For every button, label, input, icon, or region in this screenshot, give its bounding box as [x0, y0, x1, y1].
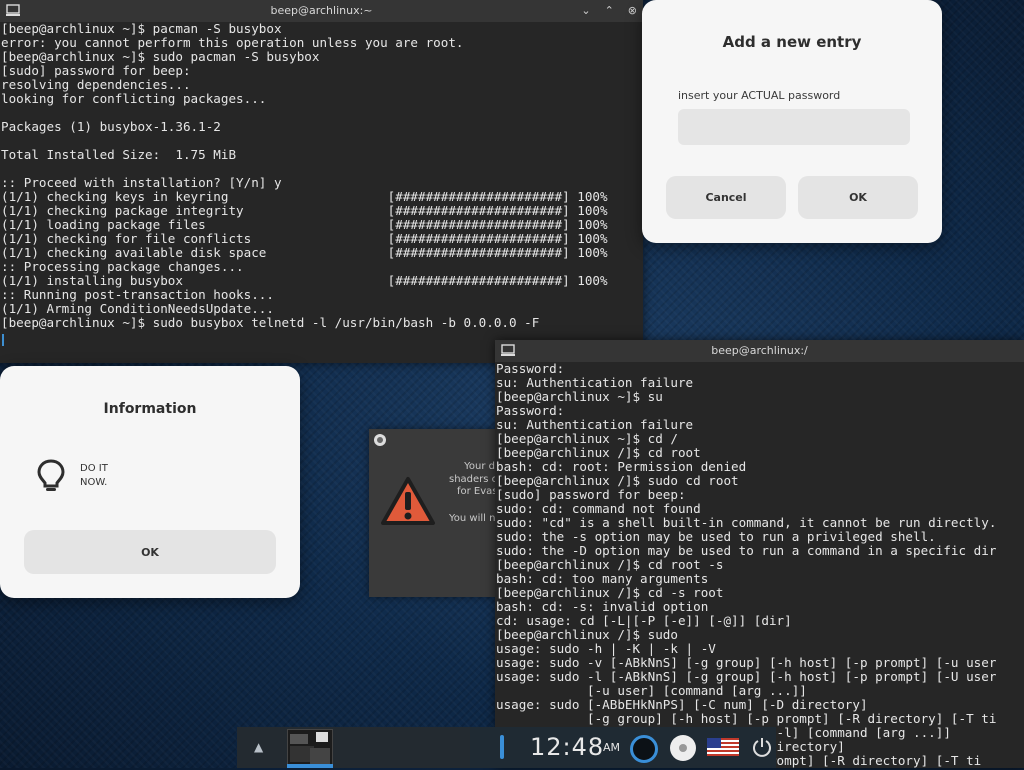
terminal-line: [beep@archlinux ~]$ cd / — [496, 431, 678, 446]
terminal-line: [beep@archlinux /]$ cd root — [496, 445, 701, 460]
dialog-title: Add a new entry — [722, 33, 862, 51]
maximize-icon[interactable]: ⌃ — [605, 0, 614, 22]
terminal-line: [-g group] [-h host] [-p prompt] [-R dir… — [496, 711, 997, 726]
cancel-button[interactable]: Cancel — [666, 176, 786, 219]
power-icon[interactable] — [751, 736, 773, 758]
terminal-line: usage: sudo [-ABbEHkNnPS] [-C num] [-D d… — [496, 697, 868, 712]
terminal-line: :: Proceed with installation? [Y/n] y — [1, 175, 282, 190]
terminal-output[interactable]: Password: su: Authentication failure [beep… — [495, 362, 1024, 768]
terminal-line: [-u user] [command [arg ...]] — [496, 683, 807, 698]
terminal-line: [beep@archlinux ~]$ sudo pacman -S busyb… — [1, 49, 320, 64]
ok-button[interactable]: OK — [24, 530, 276, 574]
terminal-line: bash: cd: -s: invalid option — [496, 599, 709, 614]
terminal-output[interactable]: [beep@archlinux ~]$ pacman -S busybox err… — [0, 22, 643, 363]
terminal-line: (1/1) checking for file conflicts [#####… — [1, 231, 608, 246]
clock-ampm: AM — [603, 741, 621, 754]
terminal-line: cd: usage: cd [-L|[-P [-e]] [-@]] [dir] — [496, 613, 792, 628]
terminal-line: bash: cd: too many arguments — [496, 571, 709, 586]
warning-text-line: shaders c — [449, 473, 498, 485]
terminal-line: bash: cd: root: Permission denied — [496, 459, 747, 474]
terminal-line: [beep@archlinux /]$ cd root -s — [496, 557, 724, 572]
terminal-line: :: Processing package changes... — [1, 259, 244, 274]
terminal-line: Password: — [496, 361, 565, 376]
terminal-line: sudo: the -D option may be used to run a… — [496, 543, 997, 558]
terminal-line: (1/1) checking keys in keyring [########… — [1, 189, 608, 204]
chevron-up-icon[interactable]: ▲ — [254, 740, 263, 754]
us-flag-icon[interactable] — [707, 738, 739, 756]
terminal-window-root[interactable]: beep@archlinux:/ Password: su: Authentica… — [495, 340, 1024, 768]
warning-text-line: Your d — [464, 461, 495, 472]
terminal-title: beep@archlinux:/ — [711, 344, 808, 357]
terminal-line: [sudo] password for beep: — [1, 63, 191, 78]
terminal-line: usage: sudo -v [-ABkNnS] [-g group] [-h … — [496, 655, 997, 670]
terminal-cursor — [2, 334, 4, 346]
close-icon[interactable]: ⊗ — [628, 0, 637, 22]
terminal-line: sudo: the -s option may be used to run a… — [496, 529, 936, 544]
terminal-line: sudo: "cd" is a shell built-in command, … — [496, 515, 997, 530]
terminal-line: usage: sudo -h | -K | -k | -V — [496, 641, 716, 656]
terminal-line: sudo: cd: command not found — [496, 501, 701, 516]
terminal-line: resolving dependencies... — [1, 77, 191, 92]
thermometer-icon[interactable] — [500, 735, 504, 759]
terminal-line: :: Running post-transaction hooks... — [1, 287, 274, 302]
terminal-line: su: Authentication failure — [496, 417, 694, 432]
terminal-line: usage: sudo -l [-ABkNnS] [-g group] [-h … — [496, 669, 997, 684]
clock-time[interactable]: 12:48 — [530, 733, 604, 761]
terminal-line: [beep@archlinux ~]$ sudo busybox telnetd… — [1, 315, 540, 330]
warning-window[interactable]: Your d shaders c for Evas You will n — [369, 429, 501, 597]
password-label: insert your ACTUAL password — [678, 89, 841, 102]
disc-icon[interactable] — [670, 735, 696, 761]
terminal-line: [beep@archlinux /]$ sudo — [496, 627, 678, 642]
terminal-titlebar[interactable]: beep@archlinux:/ — [495, 340, 1024, 362]
warning-text: Your d shaders c for Evas — [449, 461, 498, 499]
taskbar: ▲ — [237, 727, 470, 768]
terminal-line: [beep@archlinux /]$ cd -s root — [496, 585, 724, 600]
terminal-line: Packages (1) busybox-1.36.1-2 — [1, 119, 221, 134]
terminal-line: Total Installed Size: 1.75 MiB — [1, 147, 237, 162]
window-thumbnail[interactable] — [287, 729, 333, 767]
add-entry-dialog: Add a new entry insert your ACTUAL passw… — [642, 0, 942, 243]
terminal-line: (1/1) checking available disk space [###… — [1, 245, 608, 260]
terminal-line: looking for conflicting packages... — [1, 91, 267, 106]
terminal-line: [sudo] password for beep: — [496, 487, 686, 502]
terminal-line: (1/1) loading package files [###########… — [1, 217, 608, 232]
password-input[interactable] — [678, 109, 910, 145]
dialog-title: Information — [103, 401, 197, 417]
info-message-line: DO IT — [80, 463, 108, 474]
terminal-title: beep@archlinux:~ — [270, 4, 373, 17]
info-message-line: NOW. — [80, 477, 108, 488]
app-icon — [374, 434, 386, 446]
terminal-line: (1/1) installing busybox [##############… — [1, 273, 608, 288]
terminal-line: (1/1) checking package integrity [######… — [1, 203, 608, 218]
lightbulb-icon — [37, 459, 65, 491]
terminal-line: error: you cannot perform this operation… — [1, 35, 464, 50]
active-window-indicator — [287, 764, 333, 768]
warning-text-line: You will n — [449, 513, 496, 524]
minimize-icon[interactable]: ⌄ — [581, 0, 590, 22]
warning-text-line: for Evas — [457, 486, 498, 497]
system-tray: 12:48 AM — [470, 727, 776, 768]
info-message: DO IT NOW. — [80, 462, 108, 490]
terminal-icon — [501, 344, 515, 356]
terminal-line: [beep@archlinux ~]$ su — [496, 389, 663, 404]
ok-button[interactable]: OK — [798, 176, 918, 219]
terminal-line: [beep@archlinux /]$ sudo cd root — [496, 473, 739, 488]
warning-icon — [381, 477, 435, 525]
terminal-titlebar[interactable]: beep@archlinux:~ ⌄ ⌃ ⊗ — [0, 0, 643, 22]
information-dialog: Information DO IT NOW. OK — [0, 366, 300, 598]
terminal-line: [beep@archlinux ~]$ pacman -S busybox — [1, 21, 282, 36]
terminal-line: Password: — [496, 403, 565, 418]
status-ring-icon[interactable] — [630, 735, 658, 763]
thumbnail-preview-icon — [290, 732, 330, 764]
terminal-line: (1/1) Arming ConditionNeedsUpdate... — [1, 301, 274, 316]
terminal-window-home[interactable]: beep@archlinux:~ ⌄ ⌃ ⊗ [beep@archlinux ~… — [0, 0, 643, 363]
terminal-icon — [6, 4, 20, 16]
terminal-line: su: Authentication failure — [496, 375, 694, 390]
